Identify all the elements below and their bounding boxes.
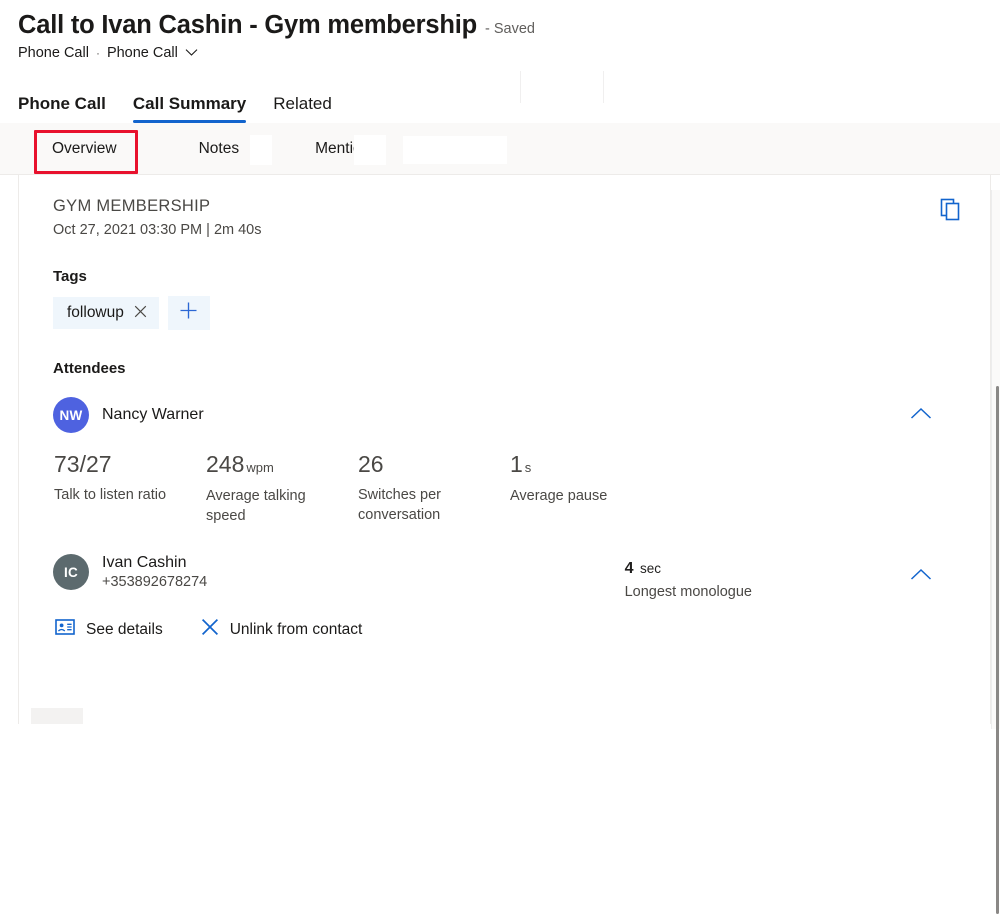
metric-label: Switches per conversation (358, 486, 488, 525)
save-status: - Saved (485, 21, 535, 37)
vertical-scrollbar-track[interactable] (991, 190, 1000, 729)
attendee-actions: See details Unlink from contact (53, 618, 960, 641)
primary-tab-bar: Phone Call Call Summary Related (0, 83, 1000, 123)
metric-switches-per-conversation: 26 Switches per conversation (358, 453, 510, 526)
call-meta: Oct 27, 2021 03:30 PM | 2m 40s (53, 222, 960, 238)
subtab-notes[interactable]: Notes (187, 134, 252, 164)
metric-value: 1 (510, 451, 523, 477)
redaction-block-3 (403, 136, 507, 164)
metric-unit: wpm (246, 460, 273, 475)
attendee-metrics: 73/27 Talk to listen ratio 248wpm Averag… (53, 453, 960, 526)
metric-value: 26 (358, 453, 510, 476)
page-header: Call to Ivan Cashin - Gym membership - S… (0, 0, 1000, 61)
add-tag-button[interactable] (168, 296, 210, 330)
tab-phone-call[interactable]: Phone Call (18, 94, 106, 123)
attendee-phone: +353892678274 (102, 574, 207, 590)
tag-label: followup (67, 304, 124, 322)
header-divider-1 (520, 71, 521, 103)
metric-average-pause: 1s Average pause (510, 453, 662, 526)
metric-label: Talk to listen ratio (54, 486, 184, 506)
call-summary-body: GYM MEMBERSHIP Oct 27, 2021 03:30 PM | 2… (19, 175, 990, 641)
metric-label: Average talking speed (206, 487, 336, 526)
metric-value-group: 248wpm (206, 453, 358, 477)
metric-unit: sec (640, 561, 661, 576)
vertical-scrollbar-thumb[interactable] (996, 386, 999, 914)
metric-value: 73/27 (54, 453, 206, 476)
see-details-label: See details (86, 621, 163, 639)
unlink-x-icon (201, 618, 219, 641)
breadcrumb: Phone Call · Phone Call (18, 45, 1000, 61)
metric-label: Average pause (510, 487, 640, 507)
avatar: IC (53, 554, 89, 590)
attendee-block-ivan-cashin: IC Ivan Cashin +353892678274 4 sec Longe… (53, 554, 960, 641)
page-title: Call to Ivan Cashin - Gym membership (18, 10, 477, 40)
header-divider-2 (603, 71, 604, 103)
metric-longest-monologue: 4 sec Longest monologue (625, 560, 752, 603)
redaction-block-2 (354, 135, 386, 165)
attendee-name: Ivan Cashin (102, 554, 207, 572)
metric-value-group: 1s (510, 453, 662, 477)
call-name: GYM MEMBERSHIP (53, 197, 960, 216)
tab-related[interactable]: Related (273, 94, 332, 123)
metric-value-group: 4 sec (625, 560, 752, 578)
avatar: NW (53, 397, 89, 433)
entity-type-label: Phone Call (18, 45, 89, 61)
see-details-button[interactable]: See details (55, 619, 163, 640)
partial-bottom-element (31, 708, 83, 724)
tags-label: Tags (53, 268, 960, 285)
attendee-identity: Ivan Cashin +353892678274 (102, 554, 207, 590)
close-icon[interactable] (134, 305, 147, 321)
form-selector[interactable]: Phone Call (107, 45, 198, 61)
attendee-row: NW Nancy Warner (53, 397, 960, 433)
unlink-from-contact-button[interactable]: Unlink from contact (201, 618, 363, 641)
attendee-block-nancy-warner: NW Nancy Warner 73/27 Talk to listen rat… (53, 397, 960, 526)
attendees-label: Attendees (53, 360, 960, 377)
copy-icon[interactable] (940, 197, 962, 221)
tags-row: followup (53, 296, 960, 330)
subtab-overview[interactable]: Overview (40, 134, 129, 164)
chevron-up-icon[interactable] (910, 568, 932, 581)
title-row: Call to Ivan Cashin - Gym membership - S… (18, 10, 1000, 40)
tag-chip[interactable]: followup (53, 297, 159, 329)
form-selector-label: Phone Call (107, 45, 178, 61)
metric-unit: s (525, 460, 532, 475)
tab-call-summary[interactable]: Call Summary (133, 94, 246, 123)
plus-icon (179, 301, 198, 325)
metric-label: Longest monologue (625, 583, 752, 603)
contact-card-icon (55, 619, 75, 640)
redaction-block-1 (250, 135, 272, 165)
call-summary-card: GYM MEMBERSHIP Oct 27, 2021 03:30 PM | 2… (18, 175, 991, 724)
chevron-up-icon[interactable] (910, 407, 932, 420)
chevron-down-icon (185, 45, 198, 61)
metric-value: 4 (625, 560, 634, 577)
metric-value: 248 (206, 451, 244, 477)
metric-average-talking-speed: 248wpm Average talking speed (206, 453, 358, 526)
content-area: GYM MEMBERSHIP Oct 27, 2021 03:30 PM | 2… (0, 175, 1000, 712)
sub-tab-bar: Overview Notes Mentions (0, 123, 1000, 175)
breadcrumb-separator: · (96, 46, 100, 60)
metric-talk-to-listen-ratio: 73/27 Talk to listen ratio (54, 453, 206, 526)
unlink-label: Unlink from contact (230, 621, 363, 639)
attendee-identity: Nancy Warner (102, 406, 204, 424)
attendee-name: Nancy Warner (102, 406, 204, 424)
attendee-row: IC Ivan Cashin +353892678274 4 sec Longe… (53, 554, 960, 590)
